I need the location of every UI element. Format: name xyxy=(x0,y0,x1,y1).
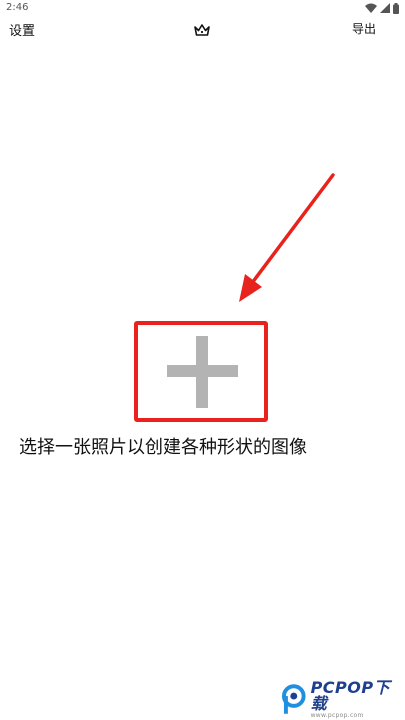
pcpop-logo-icon xyxy=(281,684,306,714)
settings-button[interactable]: 设置 xyxy=(9,20,35,39)
app-bar: 设置 导出 xyxy=(0,16,405,44)
prompt-text: 选择一张照片以创建各种形状的图像 xyxy=(19,437,307,458)
signal-icon xyxy=(380,3,390,13)
battery-icon xyxy=(393,2,399,14)
add-photo-button[interactable] xyxy=(138,324,265,419)
watermark: PCPOP下载 www.pcpop.com xyxy=(281,678,405,719)
status-icons xyxy=(365,2,399,14)
app-screen: 2:46 设置 导出 选择一张照片以创建各种形状的图像 PCPOP下载 www.… xyxy=(0,0,405,720)
status-time: 2:46 xyxy=(6,2,29,13)
watermark-subtitle: www.pcpop.com xyxy=(310,712,364,719)
watermark-brand: PCPOP下载 xyxy=(310,678,391,713)
wifi-icon xyxy=(365,3,377,13)
status-bar: 2:46 xyxy=(0,0,405,16)
crown-icon[interactable] xyxy=(193,22,211,38)
export-button[interactable]: 导出 xyxy=(352,20,376,37)
